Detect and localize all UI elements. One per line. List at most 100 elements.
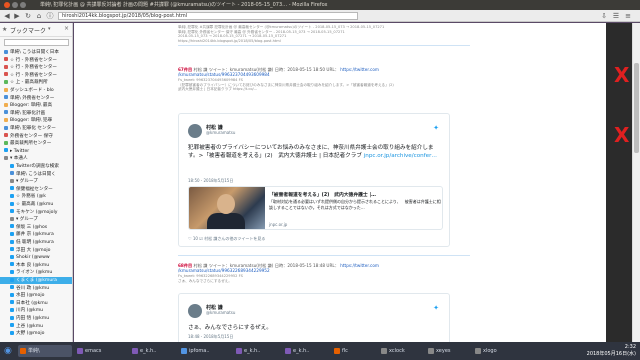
bookmark-label: 水田 (@mojo	[16, 293, 45, 299]
bookmark-favicon-icon	[10, 209, 14, 214]
sidebar-bookmark-item[interactable]: ▸ Twitter	[0, 148, 72, 155]
sidebar-bookmark-item[interactable]: ライオン (@kmu	[0, 269, 72, 276]
maximize-window-button[interactable]	[20, 2, 26, 8]
sidebar-bookmark-item[interactable]: ☆ 行 - 外務省センター	[0, 64, 72, 71]
avatar[interactable]	[188, 124, 202, 138]
bookmark-label: ライオン (@kmu	[16, 270, 53, 276]
taskbar-item-label: e_k.h..	[140, 348, 157, 354]
taskbar-item[interactable]: emacs	[75, 345, 127, 357]
bookmark-favicon-icon	[4, 148, 8, 153]
sidebar-bookmark-item[interactable]: 水田 (@mojo	[0, 292, 72, 299]
sidebar-bookmark-item[interactable]: Blogger: 単純\ 最高	[0, 102, 72, 109]
bookmark-label: Blogger: 単純\ 最高	[10, 103, 53, 109]
sidebar-bookmark-item[interactable]: 上谷 (@kmu	[0, 323, 72, 330]
close-icon[interactable]: ×	[64, 25, 69, 32]
taskbar-item-label: xlogo	[483, 348, 497, 354]
downloads-icon[interactable]: ⇩	[600, 12, 608, 20]
sidebar-bookmark-item[interactable]: 日本社 (@kmu	[0, 300, 72, 307]
taskbar-item[interactable]: xlogo	[473, 345, 517, 357]
taskbar-item[interactable]: e_k.h..	[234, 345, 280, 357]
taskbar-item[interactable]: xclock	[379, 345, 423, 357]
link-card[interactable]: 「被害者報道を考える」(2) 武内大徳弁護士 |… 「取材対応を通る必要はいずれ…	[188, 186, 443, 230]
tweet-status-link[interactable]: /kmuramatsu/status/996323704493609984	[178, 72, 270, 77]
sidebar-bookmark-item[interactable]: 谷川 政 (@kmu	[0, 285, 72, 292]
taskbar-item-label: e_k.h..	[293, 348, 310, 354]
sidebar-bookmark-item[interactable]: 単純\ 外務省センター	[0, 95, 72, 102]
tweet-date[interactable]: 18:48 - 2018年5月15日	[188, 334, 233, 340]
tweet-url[interactable]: jnpc.or.jp/archive/confer…	[364, 153, 437, 159]
sidebar-bookmark-item[interactable]: 木本 良 (@kmu	[0, 262, 72, 269]
sidebar-bookmark-item[interactable]: 内田 悟 (@kmu	[0, 315, 72, 322]
bookmark-favicon-icon	[4, 57, 8, 62]
taskbar-item[interactable]: 単純\	[18, 345, 72, 357]
sidebar-bookmark-item[interactable]: Twitterの調査な検索	[0, 163, 72, 170]
sidebar-bookmark-item[interactable]: ▾ グループ	[0, 178, 72, 185]
sidebar-bookmark-item[interactable]: 単純\ 犯罪化計画	[0, 110, 72, 117]
sidebar-bookmark-item[interactable]: Shokir (@www	[0, 254, 72, 261]
bookmark-favicon-icon	[10, 201, 14, 206]
sidebar-bookmark-item[interactable]: ▾ グループ	[0, 216, 72, 223]
sidebar-bookmark-item[interactable]: 藤井 京 (@kmura	[0, 231, 72, 238]
taskbar-item[interactable]: xeyes	[426, 345, 470, 357]
bookmark-label: 低 聡明 (@kmura	[16, 240, 54, 245]
twitter-bird-icon[interactable]: ✦	[433, 304, 439, 312]
sidebar-bookmark-item[interactable]: 単純\ 犯罪化 センター	[0, 125, 72, 132]
sidebar-bookmark-item[interactable]: 外務省センター 保守	[0, 133, 72, 140]
url-input[interactable]: hiroshi2014kk.blogspot.jp/2018/05/blog-p…	[58, 12, 358, 20]
sidebar-bookmark-item[interactable]: ▾ 本通人	[0, 155, 72, 162]
sidebar-bookmark-item[interactable]: ダッシュボード - blo	[0, 87, 72, 94]
bookmark-favicon-icon	[10, 163, 14, 168]
forward-icon[interactable]: ▶	[13, 12, 21, 20]
taskbar-item[interactable]: e_k.h..	[130, 345, 176, 357]
bookmark-label: Shokir (@www	[16, 255, 50, 261]
sidebar-bookmark-item[interactable]: ☆ 最高裁 (@kmu	[0, 201, 72, 208]
bookmark-label: 単純\ こうは日開く日本	[10, 50, 59, 55]
taskbar-item-label: emacs	[85, 348, 102, 354]
sidebar-bookmark-item[interactable]: ☆ 上 - 最高裁判所	[0, 79, 72, 86]
minimize-window-button[interactable]	[12, 2, 18, 8]
sidebar-bookmark-item[interactable]: 保健福祉センター	[0, 186, 72, 193]
tweet-author-handle[interactable]: @kmuramatsu	[206, 310, 235, 315]
library-icon[interactable]: ☰	[612, 12, 620, 20]
taskbar-item[interactable]: ipfoma..	[179, 345, 231, 357]
taskbar-item[interactable]: flc	[332, 345, 376, 357]
log-line[interactable]: https://hiroshi2014kk.blogspot.jp/2018/0…	[178, 39, 468, 44]
taskbar-item[interactable]: e_k.h..	[283, 345, 329, 357]
close-window-button[interactable]	[4, 2, 10, 8]
sidebar-bookmark-item[interactable]: モキケン (@mojoly	[0, 209, 72, 216]
home-icon[interactable]: ⌂	[35, 12, 43, 20]
clock[interactable]: 2:32 2018年05月16日(水)	[587, 344, 636, 358]
avatar[interactable]	[188, 304, 202, 318]
twitter-bird-icon[interactable]: ✦	[433, 124, 439, 132]
sidebar-bookmark-item[interactable]: 浮田 大 (@mojo	[0, 247, 72, 254]
xlogo-icon: X	[614, 123, 630, 147]
sidebar-bookmark-item[interactable]: 低 聡明 (@kmura	[0, 239, 72, 246]
tweet-author-handle[interactable]: @kmuramatsu	[206, 130, 235, 135]
app-menu-icon[interactable]: ◉	[4, 345, 12, 357]
sidebar-bookmark-item[interactable]: 単純\ こうは日開く日本	[0, 49, 72, 56]
sidebar-bookmark-item[interactable]: 大野 (@mojo	[0, 330, 72, 337]
sidebar-bookmark-item[interactable]: 単純\ こうは日開く	[0, 171, 72, 178]
sidebar-bookmark-item[interactable]: くまくま (@kmura	[0, 277, 72, 284]
sidebar-search-input[interactable]	[4, 39, 69, 46]
sidebar-bookmark-item[interactable]: Blogger: 単純\ 犯罪	[0, 117, 72, 124]
bookmark-label: モキケン (@mojoly	[16, 209, 58, 215]
vertical-scrollbar[interactable]	[632, 23, 640, 342]
tweet-date[interactable]: 18:50 - 2018年5月15日	[188, 178, 233, 184]
back-icon[interactable]: ◀	[3, 12, 11, 20]
sidebar-bookmark-item[interactable]: 最高裁判所センター	[0, 140, 72, 147]
reload-icon[interactable]: ↻	[24, 12, 32, 20]
sidebar-bookmark-item[interactable]: ☆ 行 - 外務省センター	[0, 57, 72, 64]
sidebar-bookmark-item[interactable]: 川内 (@kmu	[0, 307, 72, 314]
bookmark-favicon-icon	[10, 254, 14, 259]
menu-icon[interactable]: ≡	[624, 12, 632, 20]
sidebar-bookmark-item[interactable]: ☆ 外務省 (@k	[0, 193, 72, 200]
info-icon[interactable]: ⓘ	[46, 12, 54, 20]
tweet-status-link[interactable]: /kmuramatsu/status/996322689344229952	[178, 268, 270, 273]
chevron-down-icon[interactable]: ▾	[48, 26, 51, 32]
tweet-footer[interactable]: ♡ 10 ☑ 村松 謙さんの他のツイートを見る	[188, 236, 265, 242]
scrollbar-thumb[interactable]	[634, 63, 639, 153]
sidebar-bookmark-item[interactable]: 保坂 三 (@hos	[0, 224, 72, 231]
bookmark-favicon-icon	[4, 110, 8, 115]
sidebar-bookmark-item[interactable]: ☆ 行 - 外務省センター	[0, 72, 72, 79]
